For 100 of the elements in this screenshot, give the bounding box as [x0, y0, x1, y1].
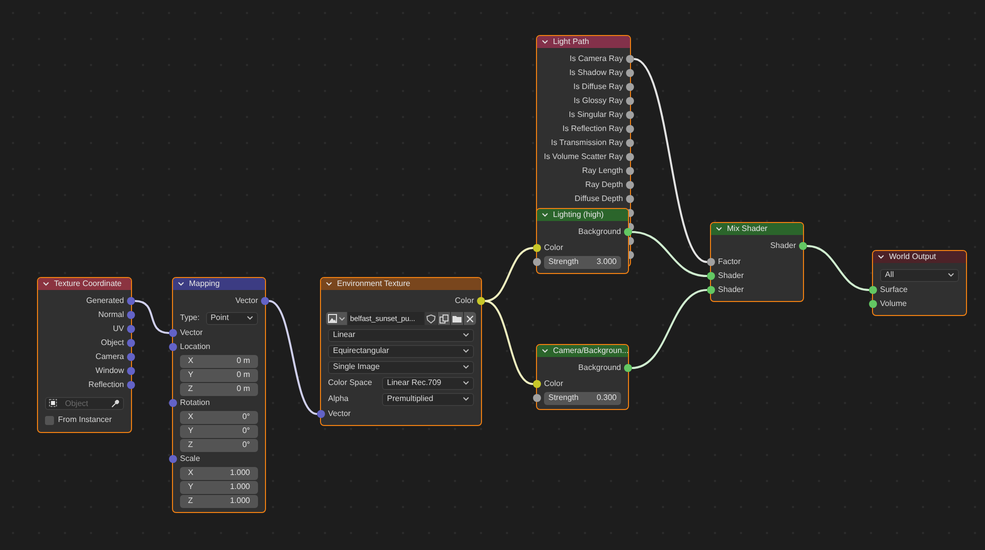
- input-label: Factor: [718, 258, 741, 266]
- output-socket[interactable]: [626, 181, 634, 189]
- chevron-icon: [326, 282, 332, 286]
- output-label: Object: [100, 339, 124, 347]
- output-label: UV: [112, 325, 124, 333]
- output-socket[interactable]: [626, 167, 634, 175]
- caret-icon: [247, 316, 253, 320]
- input-label: Shader: [718, 286, 744, 294]
- input-socket[interactable]: [533, 394, 541, 402]
- input-socket[interactable]: [707, 258, 715, 266]
- number-field[interactable]: Strength 3.000: [544, 256, 621, 268]
- dropdown[interactable]: Linear: [328, 328, 474, 342]
- close-button[interactable]: [464, 312, 476, 325]
- input-label: Vector: [180, 329, 203, 337]
- output-socket[interactable]: [626, 153, 634, 161]
- output-socket[interactable]: [626, 111, 634, 119]
- input-socket[interactable]: [169, 343, 177, 351]
- caret-icon: [463, 349, 469, 353]
- input-socket[interactable]: [707, 272, 715, 280]
- output-socket[interactable]: [626, 195, 634, 203]
- input-socket[interactable]: [317, 410, 325, 418]
- output-label: Camera: [96, 353, 124, 361]
- input-socket[interactable]: [707, 286, 715, 294]
- dropdown[interactable]: Premultiplied: [382, 392, 474, 406]
- dropdown[interactable]: Single Image: [328, 360, 474, 374]
- node-link: [134, 300, 170, 334]
- number-field[interactable]: X 0 m: [180, 354, 258, 368]
- number-field[interactable]: Strength 0.300: [544, 392, 621, 404]
- output-label: Is Glossy Ray: [574, 97, 623, 105]
- cube-icon: [49, 399, 57, 407]
- output-socket[interactable]: [624, 228, 632, 236]
- output-socket[interactable]: [477, 297, 485, 305]
- dropdown[interactable]: Equirectangular: [328, 344, 474, 358]
- number-field[interactable]: Z 0 m: [180, 382, 258, 396]
- folder-button[interactable]: [451, 312, 463, 325]
- input-socket[interactable]: [169, 329, 177, 337]
- node-title: Camera/Backgroun...: [553, 347, 629, 355]
- input-label: Surface: [880, 286, 908, 294]
- shield-icon: [426, 314, 436, 324]
- output-label: Ray Depth: [585, 181, 623, 189]
- chevron-icon: [43, 282, 49, 286]
- eyedropper-icon: [111, 398, 120, 408]
- image-type-button[interactable]: [326, 312, 347, 325]
- output-socket[interactable]: [626, 83, 634, 91]
- chevron-icon: [178, 282, 184, 286]
- dropdown[interactable]: Linear Rec.709: [382, 376, 474, 390]
- output-socket[interactable]: [624, 364, 632, 372]
- node-card[interactable]: Lighting (high) Background Color Strength 3.000: [536, 208, 629, 274]
- input-label: Shader: [718, 272, 744, 280]
- chevron-icon: [542, 40, 548, 44]
- number-field[interactable]: X 0°: [180, 410, 258, 424]
- output-label: Vector: [235, 297, 258, 305]
- input-socket[interactable]: [169, 399, 177, 407]
- copy-icon: [439, 314, 449, 324]
- shield-button[interactable]: [425, 312, 437, 325]
- output-socket[interactable]: [799, 242, 807, 250]
- output-socket[interactable]: [626, 55, 634, 63]
- dropdown[interactable]: Point: [206, 312, 258, 324]
- copy-button[interactable]: [438, 312, 450, 325]
- output-label: Shader: [770, 242, 796, 250]
- output-socket[interactable]: [626, 97, 634, 105]
- number-field[interactable]: Z 1.000: [180, 494, 258, 508]
- node-card[interactable]: Mix Shader Shader Factor Shader Shader: [710, 222, 804, 302]
- output-label: Is Reflection Ray: [562, 125, 623, 133]
- node-title: Light Path: [553, 38, 590, 46]
- number-field[interactable]: Z 0°: [180, 438, 258, 452]
- output-label: Background: [578, 228, 621, 236]
- object-picker[interactable]: Object: [45, 396, 124, 410]
- output-socket[interactable]: [626, 69, 634, 77]
- checkbox-label: From Instancer: [58, 416, 112, 424]
- number-field[interactable]: Y 1.000: [180, 480, 258, 494]
- property-label: Alpha: [328, 395, 350, 403]
- input-socket[interactable]: [169, 455, 177, 463]
- node-card[interactable]: Texture Coordinate Generated Normal UV Object Camera Window Reflection Object From Instancer: [37, 277, 132, 433]
- number-field[interactable]: X 1.000: [180, 466, 258, 480]
- dropdown[interactable]: All: [880, 268, 959, 282]
- output-label: Window: [96, 367, 124, 375]
- output-socket[interactable]: [626, 125, 634, 133]
- caret-icon: [948, 273, 954, 277]
- output-label: Is Transmission Ray: [550, 139, 623, 147]
- output-socket[interactable]: [626, 139, 634, 147]
- output-label: Color: [454, 297, 474, 305]
- input-socket[interactable]: [533, 244, 541, 252]
- node-card[interactable]: Camera/Backgroun... Background Color Strength 0.300: [536, 344, 629, 410]
- node-card[interactable]: Mapping Vector Type: Point Vector Location X 0 m Y 0 m Z 0 m Rotation X 0° Y 0° Z 0° Scale X 1.000 Y 1.000 Z 1.000: [172, 277, 266, 513]
- object-field[interactable]: Object: [61, 398, 107, 408]
- number-field[interactable]: Y 0 m: [180, 368, 258, 382]
- number-field[interactable]: Y 0°: [180, 424, 258, 438]
- node-card[interactable]: World Output All Surface Volume: [872, 250, 967, 316]
- checkbox[interactable]: [45, 416, 54, 424]
- output-label: Background: [578, 364, 621, 372]
- input-socket[interactable]: [869, 286, 877, 294]
- node-title: Lighting (high): [553, 211, 604, 219]
- input-socket[interactable]: [869, 300, 877, 308]
- input-socket[interactable]: [533, 258, 541, 266]
- input-label: Color: [544, 380, 564, 388]
- chevron-icon: [716, 227, 722, 231]
- node-title: Mix Shader: [727, 225, 768, 233]
- node-title: Environment Texture: [337, 280, 410, 288]
- input-socket[interactable]: [533, 380, 541, 388]
